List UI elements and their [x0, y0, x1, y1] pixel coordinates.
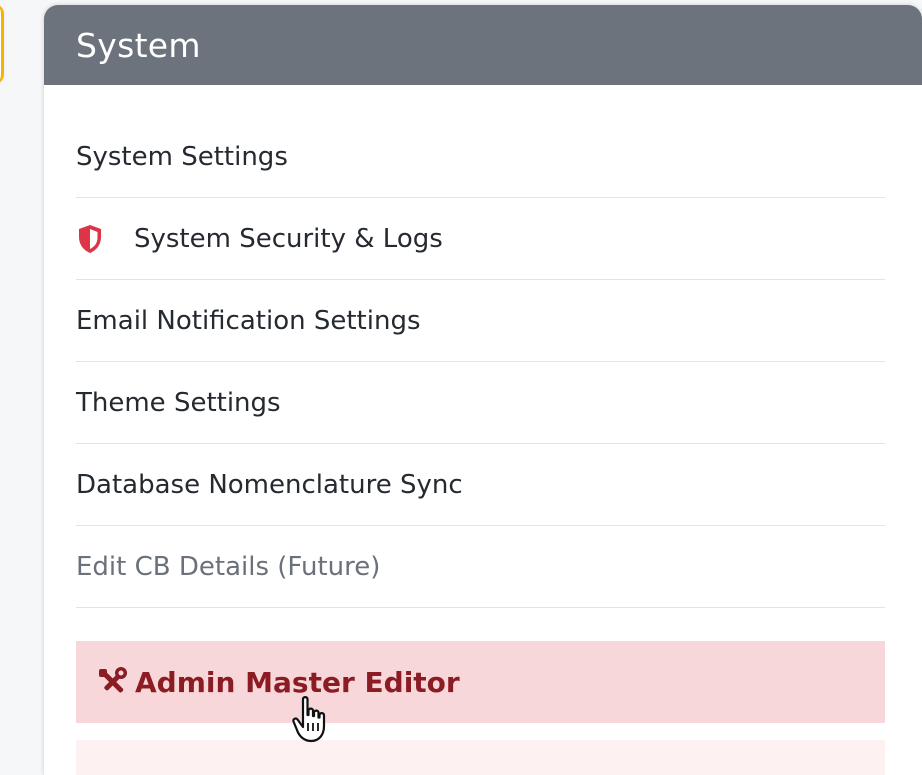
menu-item-edit-cb-details: Edit CB Details (Future) [76, 526, 885, 608]
system-panel: System System Settings System Security &… [44, 5, 922, 775]
menu-item-email-notification-settings[interactable]: Email Notification Settings [76, 280, 885, 362]
panel-menu: System Settings System Security & Logs E… [44, 85, 922, 775]
adjacent-card-edge [0, 4, 4, 84]
menu-item-label: Email Notification Settings [76, 305, 421, 336]
menu-item-system-settings[interactable]: System Settings [76, 117, 885, 198]
tools-icon [95, 665, 129, 699]
menu-item-system-security-logs[interactable]: System Security & Logs [76, 198, 885, 280]
menu-item-theme-settings[interactable]: Theme Settings [76, 362, 885, 444]
menu-item-label: Edit CB Details (Future) [76, 551, 381, 582]
admin-master-editor-label: Admin Master Editor [135, 665, 460, 699]
panel-header: System [44, 5, 922, 85]
menu-item-label: System Settings [76, 142, 288, 172]
menu-item-database-nomenclature-sync[interactable]: Database Nomenclature Sync [76, 444, 885, 526]
panel-title: System [76, 25, 201, 65]
menu-item-partial[interactable] [76, 740, 885, 775]
menu-item-label: Database Nomenclature Sync [76, 469, 463, 500]
shield-icon [76, 222, 104, 256]
admin-master-editor-button[interactable]: Admin Master Editor [76, 641, 885, 723]
menu-item-label: System Security & Logs [134, 223, 443, 254]
menu-item-label: Theme Settings [76, 387, 281, 418]
